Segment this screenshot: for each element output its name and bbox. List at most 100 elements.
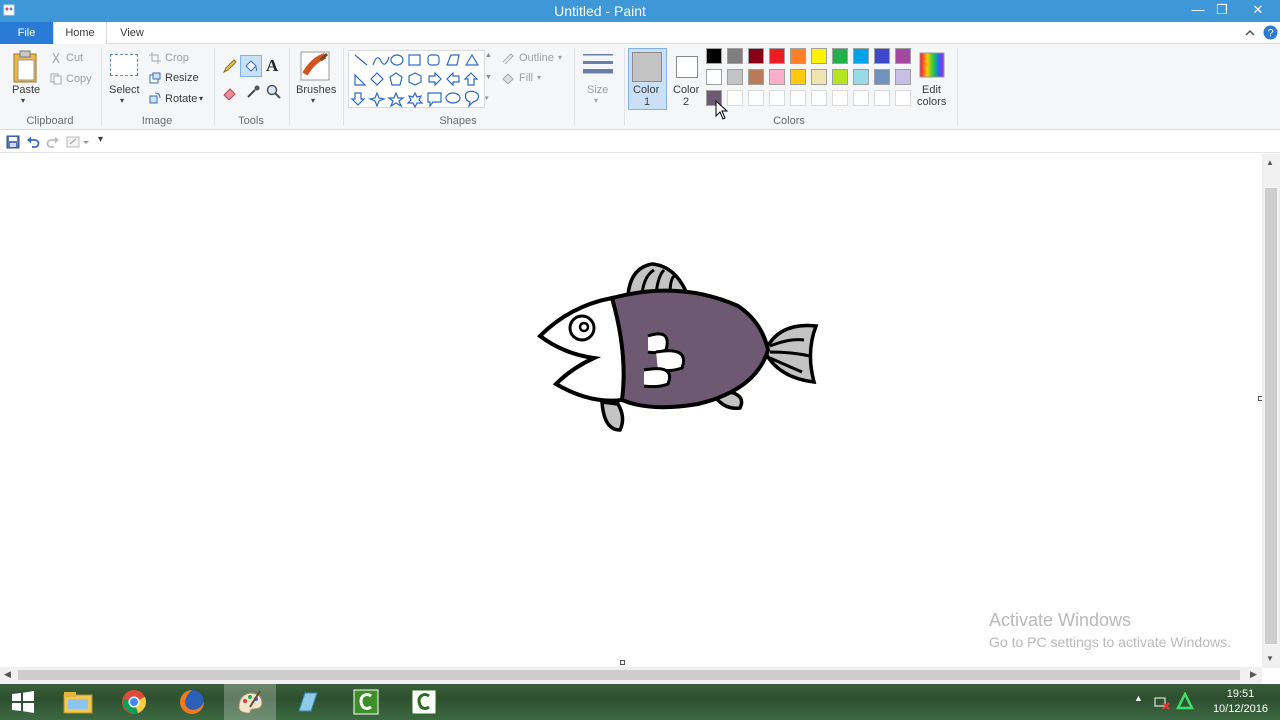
tray-app-icon[interactable] — [1176, 692, 1194, 710]
color1-swatch[interactable] — [632, 52, 662, 82]
eraser-icon[interactable] — [222, 84, 238, 100]
palette-swatch[interactable] — [811, 90, 827, 106]
shapes-scroll-up-icon[interactable]: ▲ — [485, 52, 492, 59]
palette-swatch[interactable] — [727, 69, 743, 85]
color2-label[interactable]: Color — [673, 84, 699, 96]
palette-swatch[interactable] — [706, 69, 722, 85]
select-button[interactable]: Select — [109, 84, 140, 96]
crop-button[interactable]: Crop — [165, 52, 189, 64]
text-tool-icon[interactable]: A — [266, 56, 278, 76]
palette-swatch[interactable] — [853, 90, 869, 106]
palette-swatch[interactable] — [748, 69, 764, 85]
palette-swatch[interactable] — [790, 90, 806, 106]
color2-swatch[interactable] — [676, 56, 698, 78]
tab-home[interactable]: Home — [53, 22, 107, 45]
fill-button[interactable]: Fill — [519, 72, 533, 84]
edit-colors-label[interactable]: Edit — [922, 84, 941, 96]
size-button[interactable]: Size — [587, 84, 608, 96]
taskbar-chrome[interactable] — [108, 684, 160, 720]
resize-button[interactable]: Resize — [165, 72, 199, 84]
restore-button[interactable]: ❐ — [1208, 0, 1236, 22]
palette-swatch[interactable] — [832, 69, 848, 85]
palette-swatch[interactable] — [895, 48, 911, 64]
paste-button[interactable]: Paste — [12, 84, 40, 96]
edit-colors-label-2[interactable]: colors — [917, 96, 946, 108]
copy-button[interactable]: Copy — [66, 73, 92, 85]
palette-swatch[interactable] — [706, 48, 722, 64]
brushes-icon[interactable] — [299, 50, 331, 82]
outline-button[interactable]: Outline — [519, 52, 554, 64]
palette-swatch[interactable] — [895, 69, 911, 85]
size-dropdown-icon[interactable]: ▾ — [594, 96, 598, 105]
horizontal-scroll-thumb[interactable] — [18, 670, 1240, 680]
palette-swatch[interactable] — [853, 69, 869, 85]
shapes-more-icon[interactable]: ▾ — [485, 94, 489, 102]
help-icon[interactable]: ? — [1263, 25, 1278, 40]
taskbar-camtasia-recorder[interactable] — [398, 684, 450, 720]
rotate-button[interactable]: Rotate — [165, 93, 197, 105]
tab-file[interactable]: File — [0, 22, 53, 44]
minimize-ribbon-icon[interactable] — [1244, 27, 1256, 39]
scroll-right-icon[interactable]: ▶ — [1250, 669, 1257, 680]
tab-view[interactable]: View — [108, 22, 156, 44]
taskbar-app-blue[interactable] — [282, 684, 334, 720]
color-picker-icon[interactable] — [245, 84, 261, 100]
vertical-scroll-thumb[interactable] — [1265, 188, 1277, 644]
fill-dropdown-icon[interactable]: ▾ — [537, 73, 541, 82]
brushes-button[interactable]: Brushes — [296, 84, 336, 96]
canvas-area[interactable] — [0, 154, 1258, 665]
palette-swatch[interactable] — [811, 48, 827, 64]
palette-swatch[interactable] — [832, 90, 848, 106]
taskbar-file-explorer[interactable] — [52, 684, 104, 720]
outline-dropdown-icon[interactable]: ▾ — [558, 53, 562, 62]
canvas-resize-handle-bottom[interactable] — [620, 660, 625, 665]
taskbar-clock[interactable]: 19:51 10/12/2016 — [1213, 687, 1268, 717]
redo-icon[interactable] — [46, 135, 60, 149]
palette-swatch[interactable] — [748, 48, 764, 64]
palette-swatch[interactable] — [790, 69, 806, 85]
fill-bucket-icon[interactable] — [243, 58, 259, 74]
shapes-gallery[interactable] — [348, 50, 495, 109]
shapes-scroll-down-icon[interactable]: ▼ — [485, 74, 492, 81]
scroll-down-icon[interactable]: ▼ — [1266, 654, 1274, 663]
scroll-left-icon[interactable]: ◀ — [4, 669, 11, 680]
close-button[interactable]: ✕ — [1238, 0, 1278, 22]
pencil-icon[interactable] — [222, 58, 238, 74]
palette-swatch[interactable] — [874, 90, 890, 106]
palette-swatch[interactable] — [832, 48, 848, 64]
undo-icon[interactable] — [26, 135, 40, 149]
edit-colors-icon[interactable] — [919, 52, 945, 78]
network-icon[interactable] — [1154, 694, 1170, 710]
taskbar-paint[interactable] — [224, 684, 276, 720]
palette-swatch[interactable] — [748, 90, 764, 106]
shapes-icons[interactable] — [349, 51, 495, 109]
palette-swatch[interactable] — [727, 48, 743, 64]
customize-icon[interactable] — [66, 135, 90, 149]
save-icon[interactable] — [6, 135, 20, 149]
start-button[interactable] — [0, 684, 46, 720]
palette-swatch[interactable] — [769, 69, 785, 85]
brushes-dropdown-icon[interactable]: ▾ — [311, 96, 315, 105]
cut-button[interactable]: Cut — [66, 52, 83, 64]
palette-swatch[interactable] — [853, 48, 869, 64]
magnifier-icon[interactable] — [266, 84, 282, 100]
palette-swatch[interactable] — [874, 69, 890, 85]
paste-icon[interactable] — [12, 50, 40, 84]
paste-dropdown-icon[interactable]: ▾ — [21, 96, 25, 105]
select-dropdown-icon[interactable]: ▾ — [120, 96, 124, 105]
horizontal-scrollbar[interactable]: ◀ ▶ — [0, 667, 1262, 684]
scroll-up-icon[interactable]: ▲ — [1266, 158, 1274, 167]
palette-swatch[interactable] — [895, 90, 911, 106]
qat-dropdown-icon[interactable]: ▾ — [98, 134, 103, 145]
palette-swatch[interactable] — [769, 90, 785, 106]
taskbar-firefox[interactable] — [166, 684, 218, 720]
taskbar-camtasia[interactable] — [340, 684, 392, 720]
vertical-scrollbar[interactable]: ▲ ▼ — [1262, 154, 1280, 668]
palette-swatch[interactable] — [811, 69, 827, 85]
palette-swatch[interactable] — [790, 48, 806, 64]
select-icon[interactable] — [110, 54, 138, 76]
palette-swatch[interactable] — [769, 48, 785, 64]
palette-swatch[interactable] — [874, 48, 890, 64]
palette-swatch[interactable] — [727, 90, 743, 106]
tray-show-hidden-icon[interactable]: ▲ — [1134, 693, 1143, 703]
